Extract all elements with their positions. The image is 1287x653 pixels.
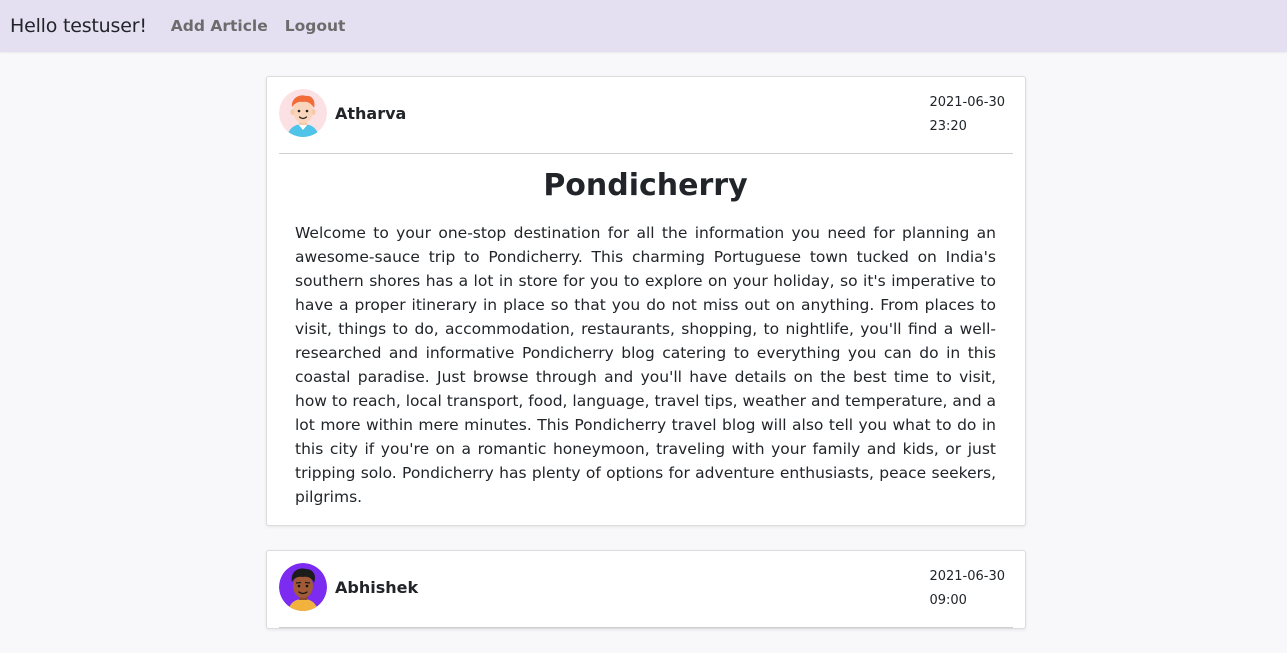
article-header: Abhishek 2021-06-30 09:00 [279, 551, 1013, 628]
greeting: Hello testuser! [10, 15, 147, 37]
logout-link[interactable]: Logout [285, 17, 346, 35]
post-time: 09:00 [929, 593, 967, 608]
article-title: Pondicherry [543, 168, 748, 203]
avatar-redhead-boy-icon [279, 89, 327, 137]
post-timestamp: 2021-06-30 09:00 [929, 565, 1005, 613]
author-name: Abhishek [335, 578, 419, 597]
author-avatar [279, 563, 327, 611]
avatar-dark-hair-man-icon [279, 563, 327, 611]
article-card: Atharva 2021-06-30 23:20 Pondicherry Wel… [266, 76, 1026, 526]
post-date: 2021-06-30 [929, 569, 1005, 584]
article-body: Pondicherry Welcome to your one-stop des… [267, 154, 1025, 525]
article-card: Abhishek 2021-06-30 09:00 [266, 550, 1026, 629]
article-feed: Atharva 2021-06-30 23:20 Pondicherry Wel… [266, 76, 1026, 653]
add-article-link[interactable]: Add Article [171, 17, 268, 35]
author-name: Atharva [335, 104, 407, 123]
post-date: 2021-06-30 [929, 95, 1005, 110]
author-avatar [279, 89, 327, 137]
article-header: Atharva 2021-06-30 23:20 [279, 77, 1013, 154]
post-timestamp: 2021-06-30 23:20 [929, 91, 1005, 139]
article-content: Welcome to your one-stop destination for… [295, 224, 996, 506]
post-time: 23:20 [929, 119, 967, 134]
top-navbar: Hello testuser! Add Article Logout [0, 0, 1287, 52]
